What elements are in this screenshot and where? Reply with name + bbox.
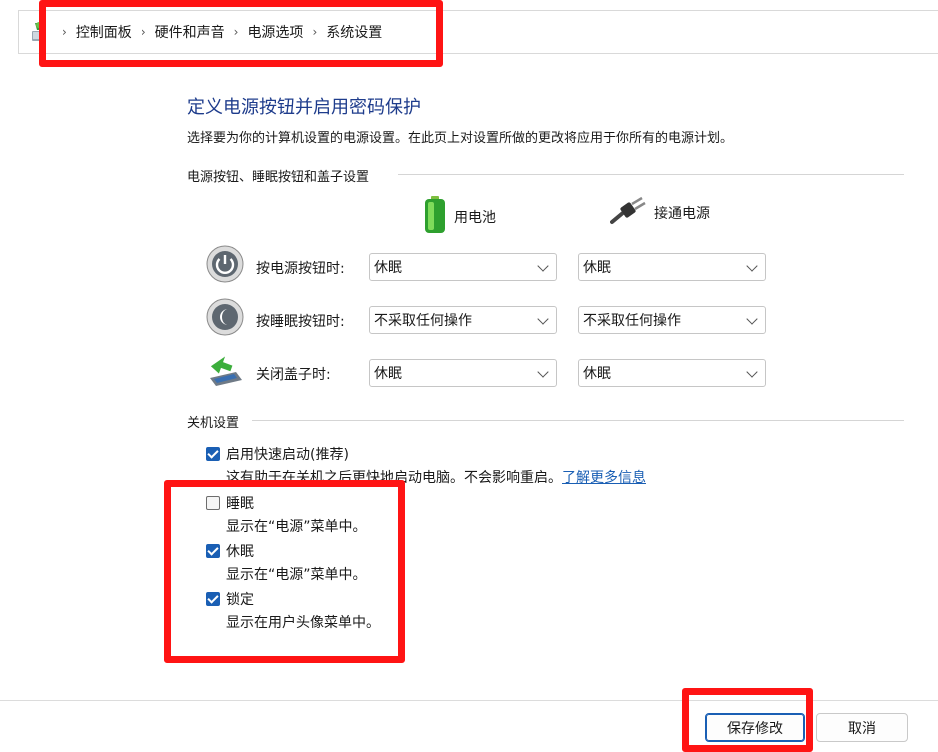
hibernate-label[interactable]: 休眠 [226,541,254,561]
lock-checkbox[interactable] [206,592,220,606]
power-button-plugged-select[interactable]: 休眠 [578,253,766,281]
chevron-right-icon: › [62,25,67,39]
chevron-right-icon: › [312,25,318,39]
sleep-button-plugged-select[interactable]: 不采取任何操作 [578,306,766,334]
chevron-right-icon: › [140,25,146,39]
plugged-column-header: 接通电源 [610,196,710,230]
chevron-down-icon [746,366,758,378]
lock-label[interactable]: 锁定 [226,589,254,609]
learn-more-link[interactable]: 了解更多信息 [562,470,646,486]
fast-startup-checkbox[interactable] [206,447,220,461]
plugged-label: 接通电源 [654,206,710,222]
breadcrumb-control-panel[interactable]: 控制面板 [76,22,132,42]
battery-icon [424,196,446,238]
breadcrumb: › 控制面板 › 硬件和声音 › 电源选项 › 系统设置 [29,11,382,53]
breadcrumb-hardware-sound[interactable]: 硬件和声音 [155,22,225,42]
chevron-down-icon [537,313,549,325]
address-bar[interactable]: › 控制面板 › 硬件和声音 › 电源选项 › 系统设置 [18,10,938,54]
battery-column-header: 用电池 [424,196,496,238]
chevron-down-icon [746,313,758,325]
lock-description: 显示在用户头像菜单中。 [226,615,380,631]
power-plug-icon [610,196,646,230]
chevron-down-icon [746,260,758,272]
lid-close-battery-select[interactable]: 休眠 [369,359,557,387]
shutdown-section-label: 关机设置 [187,416,240,431]
chevron-right-icon: › [233,25,239,39]
battery-label: 用电池 [454,210,496,226]
breadcrumb-power-options[interactable]: 电源选项 [247,22,303,42]
section-divider [398,174,904,175]
sleep-description: 显示在“电源”菜单中。 [226,519,367,535]
power-button-label: 按电源按钮时: [256,261,345,277]
fast-startup-description: 这有助于在关机之后更快地启动电脑。不会影响重启。了解更多信息 [226,470,646,486]
power-buttons-section-label: 电源按钮、睡眠按钮和盖子设置 [187,170,370,185]
chevron-down-icon [537,260,549,272]
page-title: 定义电源按钮并启用密码保护 [187,97,421,118]
sleep-checkbox[interactable] [206,496,220,510]
cancel-button[interactable]: 取消 [816,713,908,742]
chevron-down-icon [537,366,549,378]
footer-divider [0,700,938,701]
save-button[interactable]: 保存修改 [705,713,805,742]
power-button-icon [206,245,244,283]
power-button-battery-select[interactable]: 休眠 [369,253,557,281]
lid-close-label: 关闭盖子时: [256,367,331,383]
sleep-button-label: 按睡眠按钮时: [256,314,345,330]
hibernate-checkbox[interactable] [206,544,220,558]
sleep-label[interactable]: 睡眠 [226,493,254,513]
lid-close-plugged-select[interactable]: 休眠 [578,359,766,387]
hibernate-description: 显示在“电源”菜单中。 [226,567,367,583]
fast-startup-label[interactable]: 启用快速启动(推荐) [226,444,349,464]
laptop-lid-icon [206,352,244,390]
page-description: 选择要为你的计算机设置的电源设置。在此页上对设置所做的更改将应用于你所有的电源计… [187,131,734,146]
sleep-button-battery-select[interactable]: 不采取任何操作 [369,306,557,334]
breadcrumb-system-settings[interactable]: 系统设置 [326,22,382,42]
section-divider [252,420,904,421]
control-panel-icon[interactable] [29,21,49,43]
sleep-button-icon [206,298,244,336]
